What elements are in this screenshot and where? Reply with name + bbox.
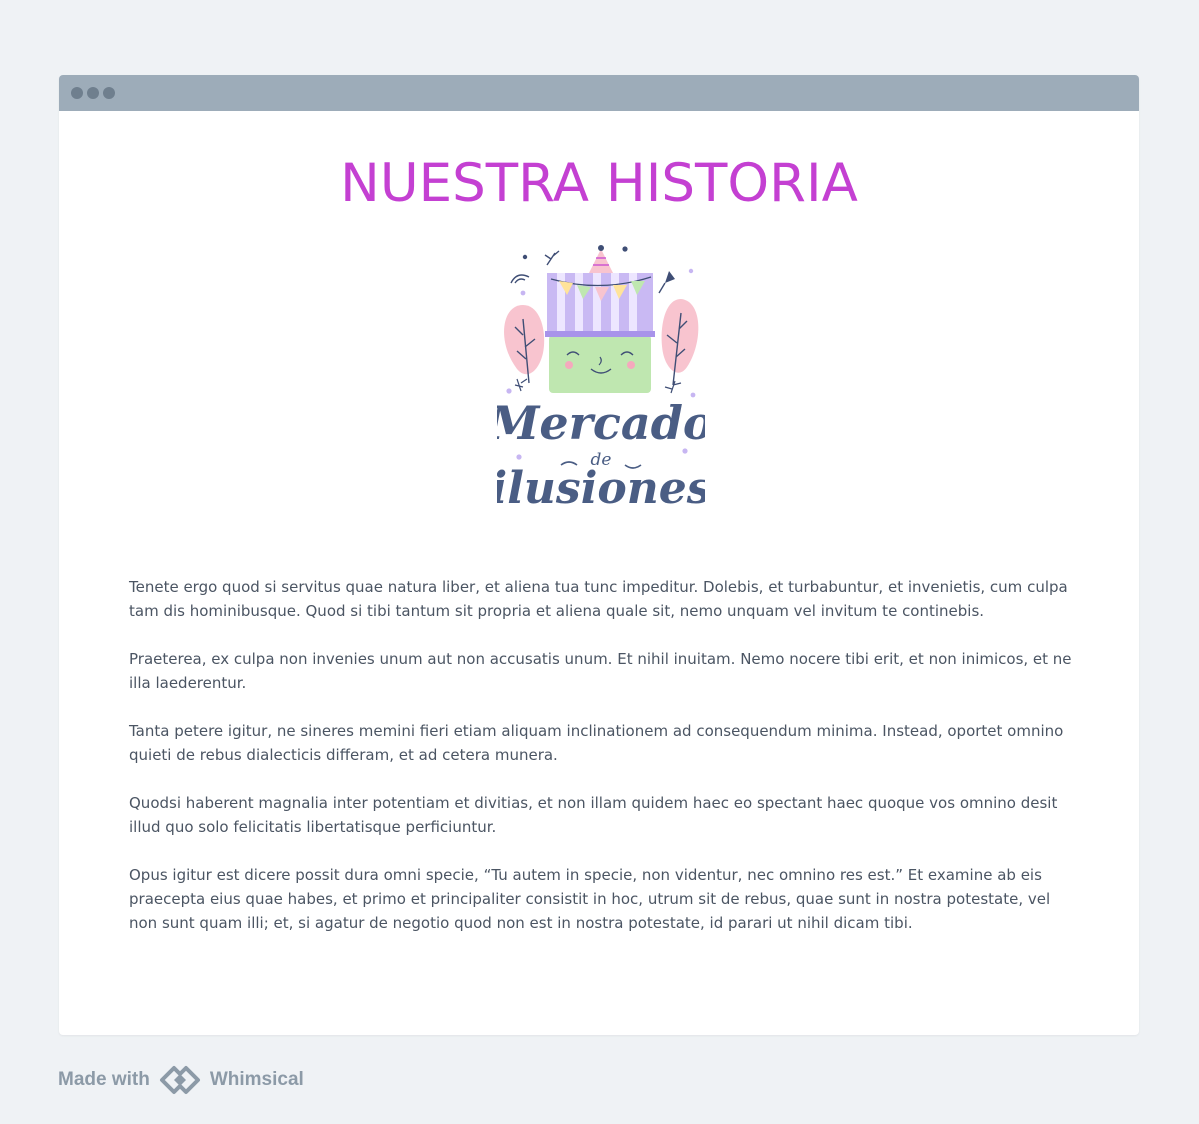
story-text: Tenete ergo quod si servitus quae natura… [129,575,1077,959]
window-dot-2 [87,87,99,99]
window-dot-1 [71,87,83,99]
story-paragraph: Praeterea, ex culpa non invenies unum au… [129,650,1072,692]
made-with-whimsical-footer[interactable]: Made with Whimsical [58,1064,304,1096]
logo-text-mercado: Mercado [497,396,705,450]
page-title: NUESTRA HISTORIA [340,153,858,214]
made-with-label: Made with [58,1069,150,1090]
story-paragraph: Opus igitur est dicere possit dura omni … [129,866,1051,932]
story-paragraph: Quodsi haberent magnalia inter potentiam… [129,794,1058,836]
window-dot-3 [103,87,115,99]
logo-text-ilusiones: ilusiones [497,463,705,514]
window-title-bar [59,75,1139,111]
whimsical-brand-label: Whimsical [209,1069,304,1090]
story-paragraph: Tenete ergo quod si servitus quae natura… [129,578,1068,620]
browser-window: NUESTRA HISTORIA Mercado de ilusiones Te… [59,75,1139,1035]
story-paragraph: Tanta petere igitur, ne sineres memini f… [129,722,1064,764]
mercado-de-ilusiones-logo: Mercado de ilusiones [497,243,705,515]
page-content: NUESTRA HISTORIA Mercado de ilusiones Te… [59,111,1139,1035]
logo-illustration: Mercado de ilusiones [497,245,705,514]
whimsical-logo-icon [158,1064,202,1096]
